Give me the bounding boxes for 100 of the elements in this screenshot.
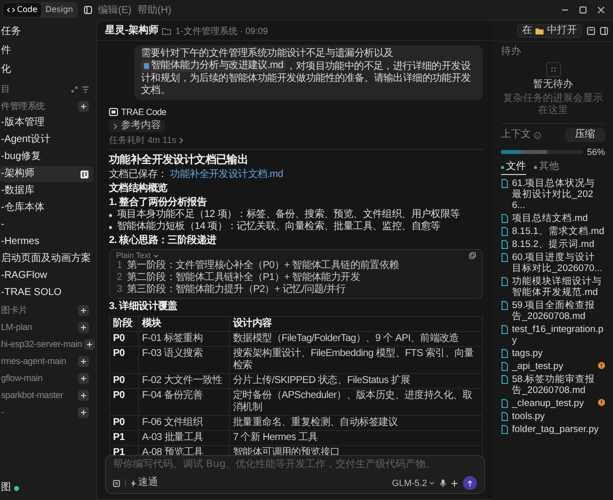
file-item[interactable]: folder_tag_parser.py bbox=[501, 424, 605, 435]
folder-icon bbox=[535, 27, 544, 35]
user-message: 需要针对下午的文件管理系统功能设计不足与遗漏分析以及 智能体能力分析与改进建议.md ，对项目功能中的不足，进行详细的开发设计和规划，为后续的智能体功能开发做功能性的准备。请输出详细的功能开发文档。 bbox=[134, 45, 483, 100]
references-toggle[interactable]: 参考内容 bbox=[109, 120, 165, 132]
maximize-icon[interactable] bbox=[579, 6, 587, 14]
add-button[interactable] bbox=[78, 304, 89, 316]
column-header: 模块 bbox=[138, 316, 230, 332]
attach-icon[interactable] bbox=[113, 480, 120, 486]
add-button[interactable] bbox=[78, 372, 89, 384]
file-icon bbox=[501, 301, 508, 310]
file-item[interactable]: tools.py bbox=[501, 411, 605, 422]
add-button[interactable] bbox=[78, 406, 89, 418]
add-button[interactable] bbox=[78, 322, 89, 332]
table-cell: P0 bbox=[110, 346, 138, 374]
chat-title: 星灵-架构师 bbox=[105, 24, 158, 36]
table-cell: F-03 语义搜索 bbox=[138, 346, 230, 374]
code-line: 第三阶段：智能体能力提升（P2）+ 记忆/问题/并行 bbox=[127, 284, 346, 296]
menu-item[interactable]: 编辑(E) bbox=[98, 3, 132, 17]
compress-button[interactable]: 压缩 bbox=[565, 128, 605, 142]
file-item[interactable]: tags.py bbox=[501, 348, 605, 359]
sidebar-item[interactable]: -数据库 bbox=[0, 183, 93, 199]
mode-tab[interactable]: Design bbox=[41, 3, 78, 17]
plus-icon bbox=[80, 102, 87, 110]
language-selector[interactable]: Plain Text bbox=[116, 251, 159, 260]
plus-icon bbox=[80, 324, 87, 330]
sidebar-item[interactable]: -Hermes bbox=[0, 234, 93, 250]
bolt-icon bbox=[131, 480, 136, 486]
plus-icon bbox=[80, 358, 87, 364]
table-cell: 数据模型（FileTag/FolderTag）、9 个 API、前端改造 bbox=[230, 332, 482, 346]
file-item[interactable]: 60.项目进度与设计目标对比_2026070... bbox=[501, 252, 605, 274]
section-subheading: 3. 详细设计覆盖 bbox=[109, 301, 178, 313]
file-item[interactable]: _api_test.py bbox=[501, 361, 605, 372]
chat-subtitle: 1-文件管理系统 · 09:09 bbox=[175, 24, 268, 36]
file-item[interactable]: 58.标签功能审查报告_20260708.md bbox=[501, 374, 605, 396]
file-icon bbox=[501, 325, 508, 334]
result-title: 功能补全开发设计文档已输出 bbox=[109, 153, 250, 167]
add-button[interactable] bbox=[78, 100, 89, 112]
file-link[interactable]: 功能补全开发设计文档.md bbox=[170, 169, 283, 181]
line-number: 3 bbox=[116, 284, 122, 296]
table-cell: F-06 文件组织 bbox=[138, 416, 230, 430]
expand-icon[interactable] bbox=[71, 86, 78, 92]
file-item[interactable]: _cleanup_test.py bbox=[501, 398, 605, 409]
column-header: 设计内容 bbox=[230, 316, 482, 332]
add-button[interactable] bbox=[78, 390, 89, 400]
model-selector[interactable]: GLM-5.2 bbox=[392, 477, 435, 489]
sidebar-item[interactable]: sparkbot-master bbox=[0, 387, 93, 403]
sidebar-item[interactable]: 件 bbox=[0, 43, 93, 59]
layout-icon[interactable] bbox=[587, 27, 595, 35]
close-icon[interactable] bbox=[597, 6, 605, 14]
add-button[interactable] bbox=[78, 356, 89, 366]
file-item[interactable]: 项目总结文档.md bbox=[501, 213, 605, 224]
sidebar-item[interactable]: - bbox=[0, 404, 93, 420]
open-in-button[interactable]: 在 中打开 bbox=[517, 24, 582, 38]
sidebar-item[interactable]: -RAGFlow bbox=[0, 268, 93, 284]
panel-icon[interactable] bbox=[84, 6, 92, 14]
column-header: 阶段 bbox=[110, 316, 138, 332]
sidebar-item[interactable]: LM-plan bbox=[0, 319, 93, 335]
sidebar-item[interactable]: -版本管理 bbox=[0, 115, 93, 131]
sidebar-item[interactable]: -TRAE SOLO bbox=[0, 285, 93, 301]
sidebar-item[interactable]: hi-esp32-server-main bbox=[0, 336, 93, 352]
file-item[interactable]: 8.15.2、提示词.md bbox=[501, 239, 605, 250]
panel-tab[interactable]: 文件 bbox=[501, 161, 526, 175]
sidebar-item[interactable]: -Agent设计 bbox=[0, 132, 93, 148]
sidebar-item[interactable]: -bug修复 bbox=[0, 149, 93, 165]
file-item[interactable]: 61.项目总体状况与最初设计对比_2026... bbox=[501, 178, 605, 211]
sidebar-item[interactable]: 化 bbox=[0, 62, 93, 78]
section-subheading: 2. 核心思路：三阶段递进 bbox=[109, 235, 218, 247]
footer-label: 图 bbox=[1, 482, 11, 494]
duration-toggle[interactable]: 任务耗时 4m 11s bbox=[109, 134, 184, 147]
sidebar-item[interactable]: -架构师 bbox=[0, 166, 93, 182]
send-button[interactable] bbox=[463, 476, 477, 490]
table-cell: P0 bbox=[110, 388, 138, 416]
section-subheading: 1. 整合了两份分析报告 bbox=[109, 197, 208, 208]
todo-title: 待办 bbox=[501, 46, 522, 58]
panel-tab[interactable]: 其他 bbox=[534, 161, 559, 175]
sidebar-item[interactable]: rmes-agent-main bbox=[0, 353, 93, 369]
filter-icon[interactable] bbox=[82, 86, 89, 92]
microphone-icon[interactable] bbox=[440, 479, 446, 487]
sidebar-item[interactable]: 任务 bbox=[0, 24, 93, 40]
file-item[interactable]: 功能模块详细设计与智能体开发规范.md bbox=[501, 276, 605, 298]
sidebar-item[interactable]: -仓库本体 bbox=[0, 200, 93, 216]
table-cell: 7 个新 Hermes 工具 bbox=[230, 430, 482, 446]
sidebar-item[interactable]: 目 bbox=[0, 81, 93, 97]
add-button[interactable] bbox=[84, 338, 96, 350]
sidebar-item[interactable]: 图卡片 bbox=[0, 302, 93, 318]
mode-tab[interactable]: Code bbox=[3, 3, 42, 17]
table-cell: P0 bbox=[110, 416, 138, 430]
sidebar-item[interactable]: gflow-main bbox=[0, 370, 93, 386]
file-item[interactable]: 8.15.1、需求文档.md bbox=[501, 226, 605, 237]
file-chip[interactable]: 智能体能力分析与改进建议.md bbox=[141, 60, 286, 72]
chevron-icon bbox=[179, 137, 184, 144]
copy-icon[interactable] bbox=[469, 252, 476, 259]
sidebar-item[interactable]: - bbox=[0, 217, 93, 233]
mode-button[interactable]: 速通 bbox=[131, 477, 158, 489]
split-view-icon[interactable] bbox=[80, 170, 89, 178]
sidebar-item[interactable]: 启动页面及动画方案 bbox=[0, 251, 93, 267]
plus-icon[interactable] bbox=[451, 480, 458, 486]
menu-item[interactable]: 帮助(H) bbox=[137, 3, 172, 17]
sidebar-item[interactable]: 件管理系统 bbox=[0, 98, 93, 114]
sidebar-icon[interactable] bbox=[600, 27, 608, 35]
